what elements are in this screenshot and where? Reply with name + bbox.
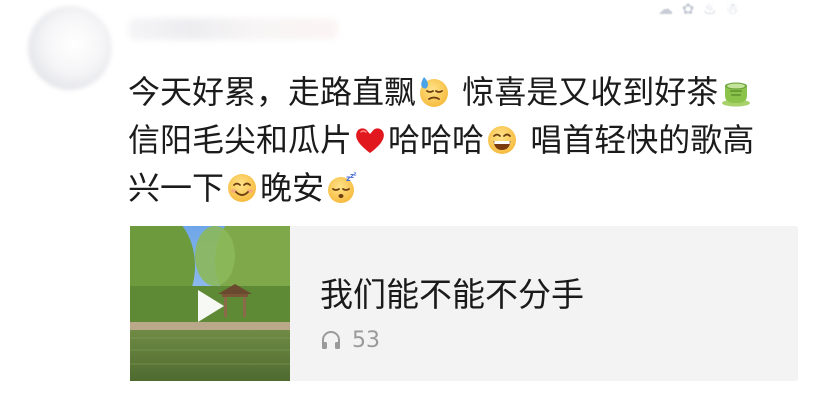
play-count-value: 53: [352, 327, 380, 353]
album-cover[interactable]: [130, 226, 290, 381]
decoration-icons: ☁ ✿ ♨ ☃: [658, 0, 741, 18]
sleeping-emoji-icon: z z z: [328, 172, 357, 203]
sweat-smile-emoji-icon: [420, 77, 449, 107]
avatar[interactable]: [28, 6, 112, 90]
play-count: 53: [320, 326, 380, 354]
red-heart-emoji-icon: [356, 128, 384, 153]
tea-emoji-icon: [722, 82, 751, 107]
smile-emoji-icon: [228, 174, 257, 202]
username-blurred[interactable]: [128, 18, 338, 40]
music-card[interactable]: 我们能不能不分手 53: [130, 226, 798, 381]
song-title[interactable]: 我们能不能不分手: [320, 268, 584, 316]
post-text-segment: 今天好累，走路直飘: [128, 73, 417, 111]
post-content: 今天好累，走路直飘 惊喜是又收到好茶 信阳毛尖和瓜片 哈哈哈 唱首轻快的歌高 兴…: [128, 68, 788, 212]
post-line: 兴一下 晚安 z z z: [128, 164, 788, 212]
headphone-icon: [322, 331, 340, 349]
play-icon[interactable]: [190, 286, 230, 326]
post-text-segment: 兴一下: [128, 169, 225, 207]
post-text-segment: 惊喜是又收到好茶: [452, 73, 719, 111]
post-text-segment: 唱首轻快的歌高: [520, 121, 755, 159]
post-text-segment: 信阳毛尖和瓜片: [128, 121, 353, 159]
post-line: 信阳毛尖和瓜片 哈哈哈 唱首轻快的歌高: [128, 116, 788, 164]
post-line: 今天好累，走路直飘 惊喜是又收到好茶: [128, 68, 788, 116]
svg-text:z: z: [354, 172, 357, 178]
post-text-segment: 晚安: [260, 169, 325, 207]
post-text-segment: 哈哈哈: [388, 121, 485, 159]
grin-emoji-icon: [488, 126, 517, 154]
